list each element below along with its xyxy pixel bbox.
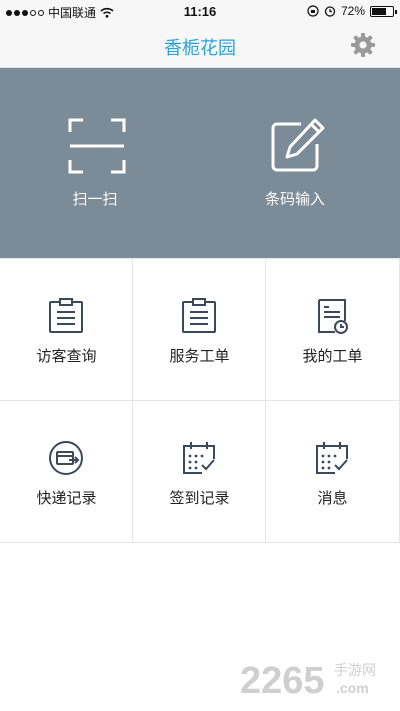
checkin-records-button[interactable]: 签到记录 <box>133 401 266 543</box>
quick-action-banner: 扫一扫 条码输入 <box>0 68 400 258</box>
alarm-icon <box>324 6 336 17</box>
gear-icon[interactable] <box>350 32 376 58</box>
calendar-check-icon <box>183 442 215 474</box>
package-icon <box>49 441 83 475</box>
visitor-query-label: 访客查询 <box>36 348 97 365</box>
watermark-text: 手游网 <box>334 662 376 678</box>
calendar-check-icon <box>316 442 348 474</box>
barcode-input-label: 条码输入 <box>264 191 325 208</box>
scan-frame-icon <box>68 118 126 174</box>
express-records-button[interactable]: 快递记录 <box>0 401 133 543</box>
scan-label: 扫一扫 <box>72 191 118 208</box>
watermark-suffix: .com <box>336 680 369 696</box>
messages-label: 消息 <box>317 490 348 507</box>
document-clock-icon <box>318 299 348 334</box>
status-right: 72% <box>307 4 397 18</box>
express-records-label: 快递记录 <box>36 490 97 507</box>
rotation-lock-icon <box>307 5 319 17</box>
service-order-label: 服务工单 <box>169 348 230 365</box>
visitor-query-button[interactable]: 访客查询 <box>0 259 133 401</box>
watermark-logo: 2265 手游网 .com <box>240 660 376 702</box>
messages-button[interactable]: 消息 <box>266 401 400 543</box>
watermark-number: 2265 <box>240 660 325 702</box>
battery-icon <box>370 5 397 17</box>
barcode-input-button[interactable]: 条码输入 <box>200 68 400 258</box>
function-grid: 访客查询 服务工单 我的工单 快递记录 签到记录 消息 <box>0 258 400 543</box>
battery-percent: 72% <box>340 4 365 18</box>
status-bar: 中国联通 11:16 72% <box>0 0 400 22</box>
nav-bar: 香栀花园 <box>0 22 400 68</box>
clipboard-icon <box>182 298 216 333</box>
edit-square-icon <box>271 118 325 172</box>
checkin-records-label: 签到记录 <box>169 490 230 507</box>
page-title: 香栀花园 <box>164 38 236 58</box>
scan-button[interactable]: 扫一扫 <box>0 68 200 258</box>
my-orders-label: 我的工单 <box>302 348 363 365</box>
my-orders-button[interactable]: 我的工单 <box>266 259 400 401</box>
clipboard-icon <box>49 298 83 333</box>
service-order-button[interactable]: 服务工单 <box>133 259 266 401</box>
